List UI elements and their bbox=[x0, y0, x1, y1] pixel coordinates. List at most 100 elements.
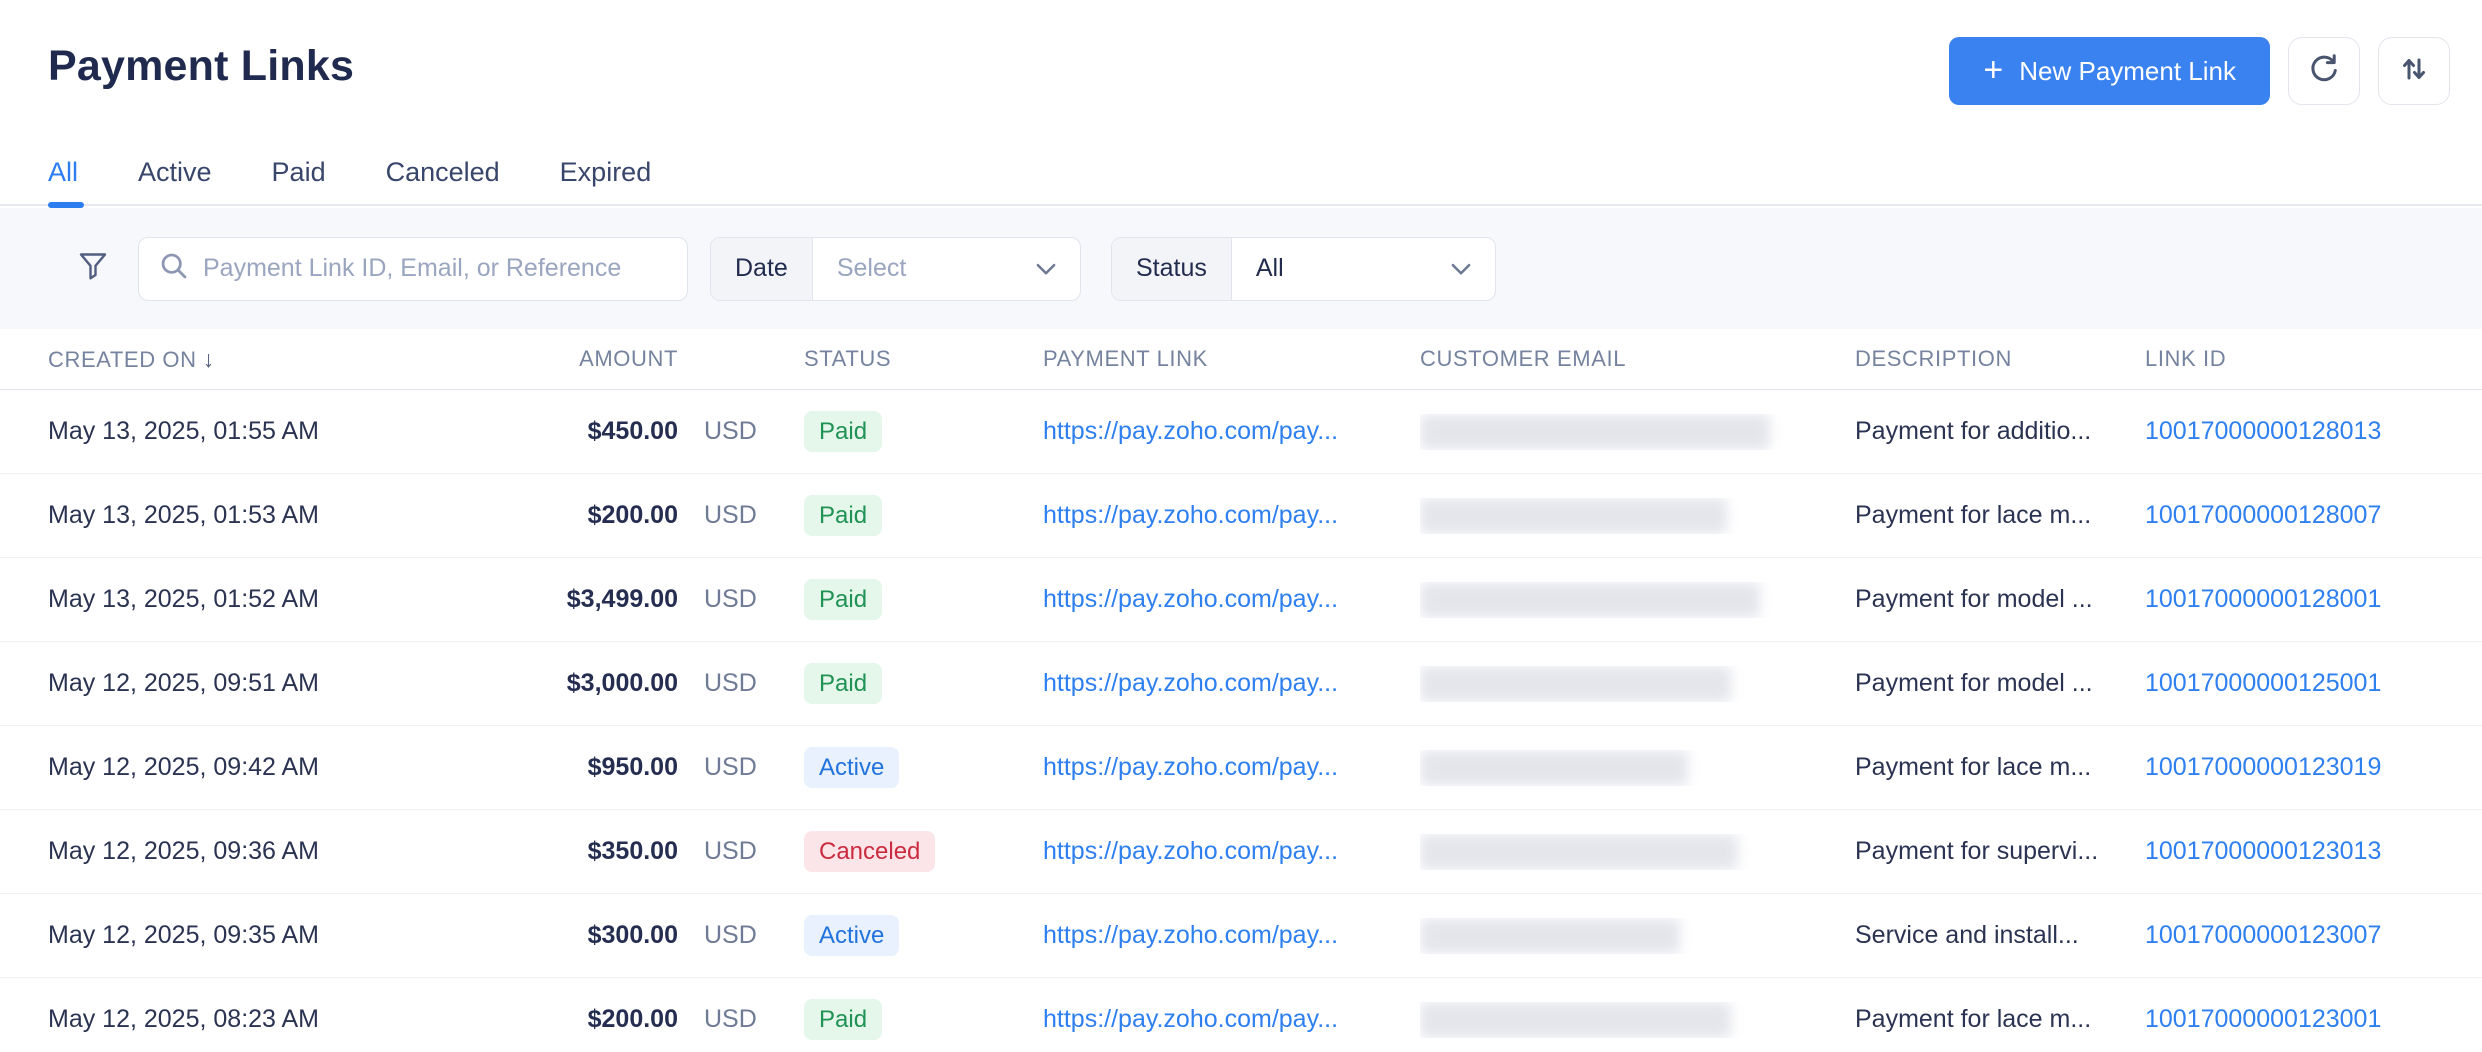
payment-link-url[interactable]: https://pay.zoho.com/pay... bbox=[1043, 753, 1338, 781]
funnel-icon bbox=[77, 250, 109, 287]
status-cell: Paid bbox=[798, 579, 1043, 621]
amount-cell: $300.00 bbox=[528, 921, 678, 950]
amount-cell: $350.00 bbox=[528, 837, 678, 866]
currency-cell: USD bbox=[678, 921, 798, 950]
payment-link-url[interactable]: https://pay.zoho.com/pay... bbox=[1043, 417, 1338, 445]
status-badge: Active bbox=[804, 915, 899, 957]
customer-email-redacted bbox=[1420, 582, 1760, 618]
amount-cell: $200.00 bbox=[528, 501, 678, 530]
column-header-link-id[interactable]: LINK ID bbox=[2145, 346, 2450, 372]
status-badge: Paid bbox=[804, 999, 882, 1041]
table-row[interactable]: May 12, 2025, 09:42 AM $950.00 USD Activ… bbox=[0, 726, 2482, 810]
customer-email-cell bbox=[1420, 1002, 1855, 1038]
payment-link-url[interactable]: https://pay.zoho.com/pay... bbox=[1043, 501, 1338, 529]
page-title: Payment Links bbox=[48, 42, 354, 91]
tab-canceled[interactable]: Canceled bbox=[386, 140, 500, 204]
link-id-value[interactable]: 10017000000123007 bbox=[2145, 921, 2381, 949]
created-on-cell: May 12, 2025, 09:35 AM bbox=[48, 921, 528, 950]
customer-email-redacted bbox=[1420, 918, 1680, 954]
payment-link-url[interactable]: https://pay.zoho.com/pay... bbox=[1043, 1005, 1338, 1033]
currency-cell: USD bbox=[678, 585, 798, 614]
description-cell: Payment for lace m... bbox=[1855, 501, 2145, 530]
status-cell: Paid bbox=[798, 663, 1043, 705]
search-box bbox=[138, 237, 688, 301]
sort-button[interactable] bbox=[2378, 37, 2450, 105]
tab-expired[interactable]: Expired bbox=[560, 140, 652, 204]
customer-email-redacted bbox=[1420, 834, 1738, 870]
payment-link-url[interactable]: https://pay.zoho.com/pay... bbox=[1043, 837, 1338, 865]
column-header-payment-link[interactable]: PAYMENT LINK bbox=[1043, 346, 1420, 372]
column-header-customer-email[interactable]: CUSTOMER EMAIL bbox=[1420, 346, 1855, 372]
status-cell: Paid bbox=[798, 999, 1043, 1041]
link-id-value[interactable]: 10017000000128007 bbox=[2145, 501, 2381, 529]
table-row[interactable]: May 12, 2025, 09:35 AM $300.00 USD Activ… bbox=[0, 894, 2482, 978]
status-cell: Canceled bbox=[798, 831, 1043, 873]
currency-cell: USD bbox=[678, 417, 798, 446]
customer-email-cell bbox=[1420, 582, 1855, 618]
currency-cell: USD bbox=[678, 501, 798, 530]
link-id-value[interactable]: 10017000000123001 bbox=[2145, 1005, 2381, 1033]
amount-cell: $3,499.00 bbox=[528, 585, 678, 614]
currency-cell: USD bbox=[678, 1005, 798, 1034]
tab-active[interactable]: Active bbox=[138, 140, 212, 204]
table-row[interactable]: May 13, 2025, 01:52 AM $3,499.00 USD Pai… bbox=[0, 558, 2482, 642]
link-id-value[interactable]: 10017000000123013 bbox=[2145, 837, 2381, 865]
amount-cell: $950.00 bbox=[528, 753, 678, 782]
link-id-value[interactable]: 10017000000128013 bbox=[2145, 417, 2381, 445]
customer-email-cell bbox=[1420, 414, 1855, 450]
created-on-cell: May 12, 2025, 09:36 AM bbox=[48, 837, 528, 866]
column-header-created-on[interactable]: CREATED ON↓ bbox=[48, 346, 528, 373]
column-header-description[interactable]: DESCRIPTION bbox=[1855, 346, 2145, 372]
table-row[interactable]: May 12, 2025, 08:23 AM $200.00 USD Paid … bbox=[0, 978, 2482, 1052]
status-badge: Paid bbox=[804, 663, 882, 705]
page-header: Payment Links + New Payment Link bbox=[0, 0, 2482, 140]
customer-email-redacted bbox=[1420, 750, 1688, 786]
payment-link-cell: https://pay.zoho.com/pay... bbox=[1043, 1005, 1420, 1034]
status-cell: Active bbox=[798, 747, 1043, 789]
link-id-value[interactable]: 10017000000125001 bbox=[2145, 669, 2381, 697]
table-header-row: CREATED ON↓ AMOUNT STATUS PAYMENT LINK C… bbox=[0, 329, 2482, 390]
link-id-value[interactable]: 10017000000128001 bbox=[2145, 585, 2381, 613]
status-filter-value: All bbox=[1256, 254, 1284, 283]
tab-paid[interactable]: Paid bbox=[272, 140, 326, 204]
payment-link-cell: https://pay.zoho.com/pay... bbox=[1043, 501, 1420, 530]
amount-cell: $3,000.00 bbox=[528, 669, 678, 698]
filter-funnel-button[interactable] bbox=[76, 250, 110, 287]
amount-cell: $450.00 bbox=[528, 417, 678, 446]
sort-arrows-icon bbox=[2396, 51, 2432, 92]
table-row[interactable]: May 12, 2025, 09:36 AM $350.00 USD Cance… bbox=[0, 810, 2482, 894]
column-header-amount[interactable]: AMOUNT bbox=[528, 346, 678, 372]
payment-link-cell: https://pay.zoho.com/pay... bbox=[1043, 585, 1420, 614]
table-row[interactable]: May 12, 2025, 09:51 AM $3,000.00 USD Pai… bbox=[0, 642, 2482, 726]
payment-link-url[interactable]: https://pay.zoho.com/pay... bbox=[1043, 669, 1338, 697]
status-badge: Paid bbox=[804, 579, 882, 621]
refresh-button[interactable] bbox=[2288, 37, 2360, 105]
customer-email-cell bbox=[1420, 918, 1855, 954]
created-on-cell: May 13, 2025, 01:53 AM bbox=[48, 501, 528, 530]
table-row[interactable]: May 13, 2025, 01:55 AM $450.00 USD Paid … bbox=[0, 390, 2482, 474]
payment-link-url[interactable]: https://pay.zoho.com/pay... bbox=[1043, 921, 1338, 949]
table-row[interactable]: May 13, 2025, 01:53 AM $200.00 USD Paid … bbox=[0, 474, 2482, 558]
created-on-cell: May 13, 2025, 01:55 AM bbox=[48, 417, 528, 446]
customer-email-redacted bbox=[1420, 498, 1727, 534]
payment-link-cell: https://pay.zoho.com/pay... bbox=[1043, 753, 1420, 782]
created-on-cell: May 12, 2025, 09:51 AM bbox=[48, 669, 528, 698]
currency-cell: USD bbox=[678, 669, 798, 698]
link-id-cell: 10017000000123007 bbox=[2145, 921, 2450, 950]
link-id-value[interactable]: 10017000000123019 bbox=[2145, 753, 2381, 781]
tab-all[interactable]: All bbox=[48, 140, 78, 204]
column-header-status[interactable]: STATUS bbox=[798, 346, 1043, 372]
payment-links-table: CREATED ON↓ AMOUNT STATUS PAYMENT LINK C… bbox=[0, 329, 2482, 1052]
customer-email-cell bbox=[1420, 666, 1855, 702]
date-filter-select[interactable]: Date Select bbox=[710, 237, 1081, 301]
status-filter-select[interactable]: Status All bbox=[1111, 237, 1496, 301]
chevron-down-icon bbox=[1036, 254, 1056, 283]
description-cell: Payment for supervi... bbox=[1855, 837, 2145, 866]
payment-link-url[interactable]: https://pay.zoho.com/pay... bbox=[1043, 585, 1338, 613]
search-input[interactable] bbox=[203, 254, 667, 283]
status-badge: Canceled bbox=[804, 831, 935, 873]
new-payment-link-label: New Payment Link bbox=[2019, 56, 2236, 87]
customer-email-redacted bbox=[1420, 414, 1770, 450]
payment-link-cell: https://pay.zoho.com/pay... bbox=[1043, 669, 1420, 698]
new-payment-link-button[interactable]: + New Payment Link bbox=[1949, 37, 2270, 105]
